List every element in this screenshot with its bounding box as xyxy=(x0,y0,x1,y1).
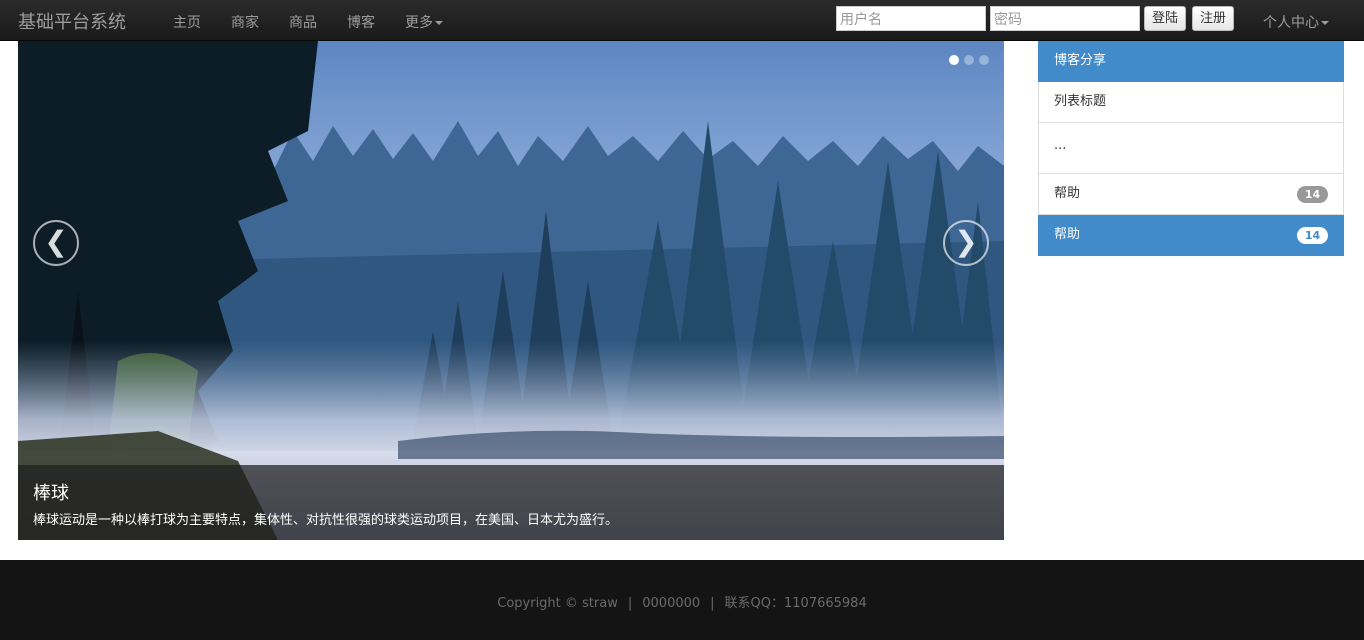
list-item-label: ... xyxy=(1054,138,1067,153)
list-header: 博客分享 xyxy=(1038,41,1344,82)
footer-text: Copyright © straw | 0000000 | 联系QQ：110766598… xyxy=(0,592,1364,611)
count-badge: 14 xyxy=(1297,186,1328,203)
list-item-label: 帮助 xyxy=(1054,227,1081,242)
list-item-label: 帮助 xyxy=(1054,186,1081,201)
caption-text: 棒球运动是一种以棒打球为主要特点，集体性、对抗性很强的球类运动项目，在美国、日本… xyxy=(33,513,619,528)
carousel-indicator-3[interactable] xyxy=(979,55,989,65)
caption-title: 棒球 xyxy=(33,483,69,504)
nav-link-home[interactable]: 主页 xyxy=(173,12,201,32)
login-button[interactable]: 登陆 xyxy=(1144,6,1187,31)
count-badge: 14 xyxy=(1297,227,1328,244)
register-button[interactable]: 注册 xyxy=(1192,6,1235,31)
list-item-help-active[interactable]: 帮助 14 xyxy=(1038,215,1344,256)
username-input[interactable] xyxy=(836,6,986,31)
chevron-right-icon: ❯ xyxy=(954,225,978,258)
footer-number: 0000000 xyxy=(642,596,701,611)
blog-share-list: 博客分享 列表标题 ... 帮助 14 帮助 14 xyxy=(1038,41,1344,256)
nav-more-label: 更多 xyxy=(405,15,433,31)
footer-divider: | xyxy=(710,596,715,611)
list-item-title[interactable]: 列表标题 xyxy=(1038,82,1344,123)
list-item-label: 列表标题 xyxy=(1054,94,1107,109)
footer-copyright: Copyright © straw xyxy=(497,596,618,611)
brand-title[interactable]: 基础平台系统 xyxy=(18,8,126,34)
caret-down-icon xyxy=(435,21,443,25)
user-center-label: 个人中心 xyxy=(1263,15,1319,31)
list-item-ellipsis[interactable]: ... xyxy=(1038,123,1344,174)
carousel-next-button[interactable]: ❯ xyxy=(943,220,989,266)
chevron-left-icon: ❮ xyxy=(44,225,68,258)
image-carousel: ❮ ❯ 棒球 棒球运动是一种以棒打球为主要特点，集体性、对抗性很强的球类运动项目… xyxy=(18,41,1004,540)
nav-links: 主页 商家 商品 博客 更多 xyxy=(173,12,473,32)
carousel-indicators xyxy=(949,55,989,65)
password-input[interactable] xyxy=(990,6,1140,31)
caret-down-icon xyxy=(1321,21,1329,25)
nav-link-merchants[interactable]: 商家 xyxy=(231,12,259,32)
list-item-help[interactable]: 帮助 14 xyxy=(1038,174,1344,215)
carousel-indicator-1[interactable] xyxy=(949,55,959,65)
top-navbar: 基础平台系统 主页 商家 商品 博客 更多 登陆 注册 个人中心 xyxy=(0,0,1364,41)
carousel-indicator-2[interactable] xyxy=(964,55,974,65)
user-center-dropdown[interactable]: 个人中心 xyxy=(1263,12,1329,32)
carousel-prev-button[interactable]: ❮ xyxy=(33,220,79,266)
footer-qq: 联系QQ：1107665984 xyxy=(724,596,867,611)
carousel-caption: 棒球 棒球运动是一种以棒打球为主要特点，集体性、对抗性很强的球类运动项目，在美国… xyxy=(18,465,1004,540)
nav-link-products[interactable]: 商品 xyxy=(289,12,317,32)
nav-link-blog[interactable]: 博客 xyxy=(347,12,375,32)
footer-divider: | xyxy=(627,596,633,611)
page-footer: Copyright © straw | 0000000 | 联系QQ：110766598… xyxy=(0,560,1364,640)
nav-more-dropdown[interactable]: 更多 xyxy=(405,12,443,32)
